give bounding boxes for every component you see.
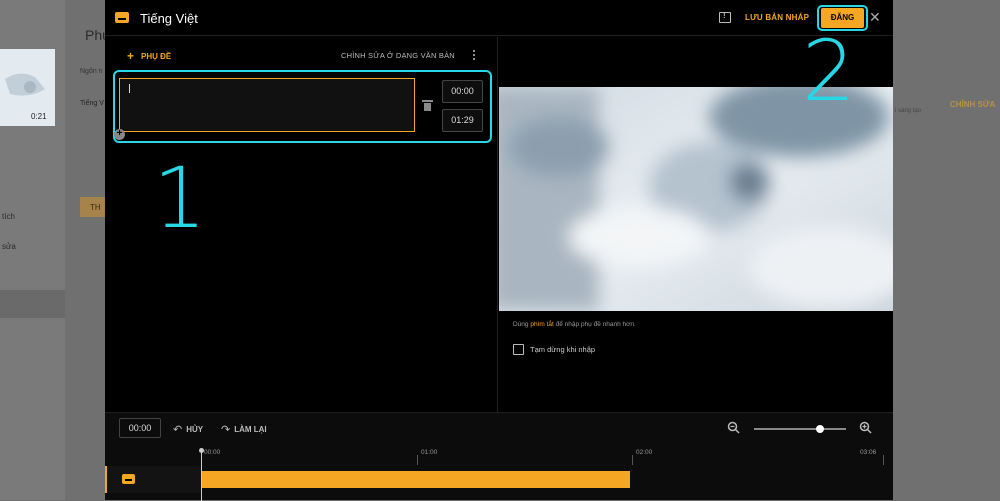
- zoom-slider-thumb[interactable]: [816, 425, 824, 433]
- text-cursor: [129, 84, 130, 93]
- redo-button[interactable]: ↷ LÀM LẠI: [221, 423, 267, 436]
- end-time-field[interactable]: 01:29: [442, 109, 483, 132]
- current-time-field[interactable]: 00:00: [119, 418, 161, 438]
- dialog-title: Tiếng Việt: [140, 11, 198, 26]
- plus-icon: +: [127, 49, 134, 63]
- edit-link[interactable]: CHỈNH SỬA: [950, 100, 995, 109]
- thumbnail-duration: 0:21: [31, 112, 47, 121]
- subtitle-editor-dialog: Tiếng Việt LƯU BẢN NHÁP ĐĂNG ✕ + PHỤ ĐỀ C…: [105, 0, 893, 500]
- more-vert-icon[interactable]: [473, 50, 476, 60]
- add-subtitle-button[interactable]: + PHỤ ĐỀ: [127, 49, 171, 63]
- delete-icon[interactable]: [423, 100, 432, 111]
- sidebar-active-highlight: [0, 290, 65, 318]
- subtitle-segment[interactable]: [202, 471, 630, 488]
- tick-line-3: [883, 455, 884, 465]
- undo-icon: ↶: [173, 424, 182, 436]
- background-button[interactable]: TH: [80, 197, 105, 217]
- zoom-slider[interactable]: [754, 428, 846, 430]
- tick-line-2: [632, 455, 633, 465]
- redo-label: LÀM LẠI: [234, 425, 266, 434]
- sidebar-item-analytics[interactable]: tích: [2, 212, 15, 221]
- start-time-field[interactable]: 00:00: [442, 80, 483, 103]
- tick-label-2: 02:00: [636, 449, 652, 456]
- hint-prefix: Dùng: [513, 321, 530, 328]
- add-subtitle-label: PHỤ ĐỀ: [141, 52, 171, 61]
- save-draft-button[interactable]: LƯU BẢN NHÁP: [745, 13, 809, 22]
- tick-label-3: 03:06: [860, 449, 876, 456]
- dialog-header: Tiếng Việt LƯU BẢN NHÁP ĐĂNG ✕: [105, 0, 893, 36]
- language-column-header: Ngôn n: [80, 68, 103, 75]
- pause-while-typing-label: Tạm dừng khi nhập: [530, 345, 595, 354]
- feedback-icon[interactable]: [719, 12, 731, 23]
- subtitles-icon: [115, 12, 129, 23]
- add-line-icon[interactable]: +: [114, 129, 125, 140]
- subtitle-track: [105, 466, 893, 493]
- shortcuts-link[interactable]: phím tắt: [530, 321, 553, 328]
- annotation-number-1: 1: [153, 149, 206, 247]
- tick-line-1: [417, 455, 418, 465]
- redo-icon: ↷: [221, 424, 230, 436]
- sidebar-item-editor[interactable]: sửa: [2, 242, 16, 251]
- undo-button[interactable]: ↶ HỦY: [173, 423, 203, 436]
- subtitle-list-pane: + PHỤ ĐỀ CHỈNH SỬA Ở DẠNG VĂN BẢN + 00:00…: [105, 37, 498, 412]
- zoom-out-icon[interactable]: [727, 421, 741, 435]
- subtitle-track-header: [105, 466, 201, 493]
- subtitle-text-input[interactable]: [119, 78, 415, 132]
- tick-label-0: 00:00: [204, 449, 220, 456]
- close-icon[interactable]: ✕: [869, 9, 881, 26]
- pause-while-typing-checkbox[interactable]: [513, 344, 524, 355]
- undo-label: HỦY: [186, 425, 203, 434]
- annotation-number-2: 2: [802, 22, 855, 120]
- timeline-ruler: 00:00 01:00 02:00 03:06: [201, 446, 893, 464]
- shortcut-hint: Dùng phím tắt để nhập phụ đề nhanh hơn.: [513, 321, 636, 328]
- tick-label-1: 01:00: [421, 449, 437, 456]
- subtitles-icon: [122, 474, 135, 484]
- zoom-in-icon[interactable]: [859, 421, 873, 435]
- video-player[interactable]: [499, 87, 893, 311]
- edit-sublabel: i sáng tạo: [895, 108, 921, 114]
- hint-suffix: để nhập phụ đề nhanh hơn.: [554, 321, 636, 328]
- language-row: Tiếng V: [80, 100, 104, 107]
- edit-as-text-button[interactable]: CHỈNH SỬA Ở DẠNG VĂN BẢN: [341, 51, 455, 60]
- background-button-label: TH: [90, 203, 101, 212]
- timeline-panel: 00:00 ↶ HỦY ↷ LÀM LẠI 00:00 01:00 02:00 03…: [105, 412, 893, 500]
